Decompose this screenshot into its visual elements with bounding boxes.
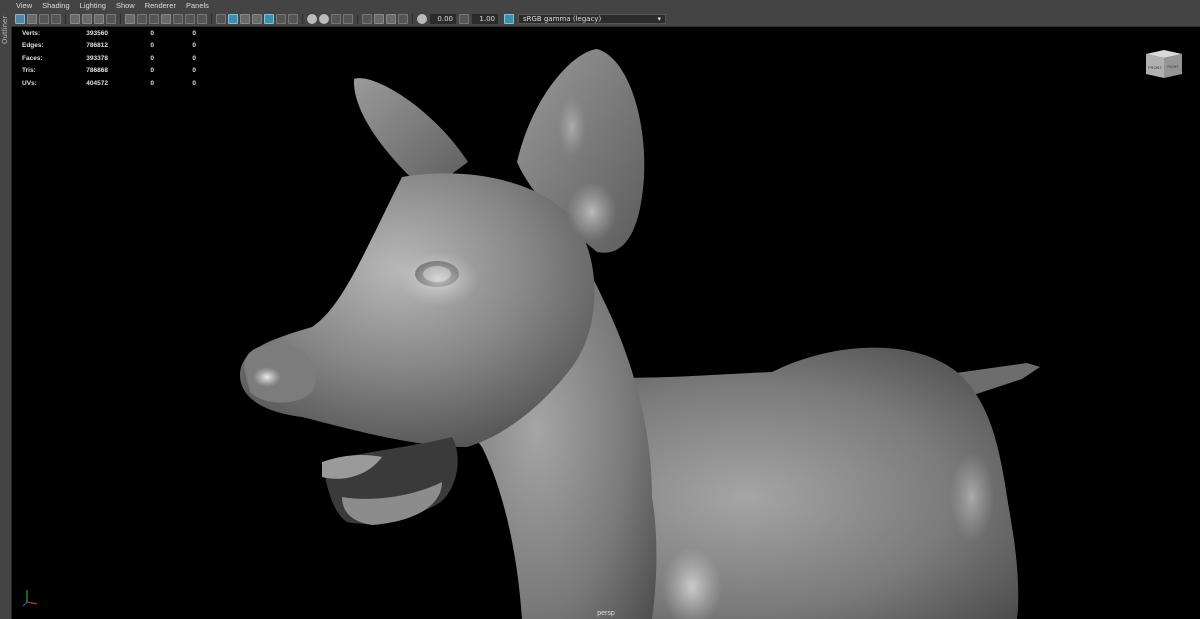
grease-pencil-icon[interactable]	[82, 14, 92, 24]
color-space-dropdown[interactable]: sRGB gamma (legacy) ▾	[518, 14, 666, 24]
isolate-select-icon[interactable]	[343, 14, 353, 24]
axis-gizmo-icon	[22, 590, 38, 607]
outliner-strip[interactable]: Outliner	[0, 0, 12, 619]
toolbar-divider	[412, 14, 413, 24]
toolbar-divider	[357, 14, 358, 24]
hud-value: 786868	[86, 67, 108, 75]
gamma-icon[interactable]	[459, 14, 469, 24]
viewcube-front-label: FRONT	[1148, 65, 1162, 70]
backface-culling-icon[interactable]	[398, 14, 408, 24]
menu-lighting[interactable]: Lighting	[75, 0, 111, 12]
resolution-gate-icon[interactable]	[149, 14, 159, 24]
xray-joints-icon[interactable]	[374, 14, 384, 24]
bookmark-icon[interactable]	[39, 14, 49, 24]
hud-value: 0	[150, 29, 154, 37]
color-management-icon[interactable]	[504, 14, 514, 24]
hud-value: 404572	[86, 79, 108, 87]
ambient-occlusion-icon[interactable]	[288, 14, 298, 24]
depth-of-field-icon[interactable]	[331, 14, 341, 24]
exposure-field[interactable]: 0.00	[430, 14, 456, 24]
2d-pan-zoom-icon[interactable]	[70, 14, 80, 24]
default-material-icon[interactable]	[240, 14, 250, 24]
wireframe-icon[interactable]	[216, 14, 226, 24]
hud-label: Tris:	[22, 67, 36, 75]
menu-show[interactable]: Show	[111, 0, 140, 12]
camera-name-label: persp	[597, 610, 615, 617]
film-gate-icon[interactable]	[137, 14, 147, 24]
menu-shading[interactable]: Shading	[37, 0, 75, 12]
menu-view[interactable]: View	[11, 0, 37, 12]
hud-value: 0	[192, 29, 196, 37]
grid-icon[interactable]	[125, 14, 135, 24]
menu-panels[interactable]: Panels	[181, 0, 214, 12]
grease-pencil-frames-icon[interactable]	[94, 14, 104, 24]
viewcube[interactable]: FRONT RIGHT	[1144, 47, 1184, 79]
field-chart-icon[interactable]	[173, 14, 183, 24]
hud-value: 0	[150, 79, 154, 87]
color-space-value: sRGB gamma (legacy)	[523, 15, 602, 23]
hud-label: Faces:	[22, 54, 43, 62]
viewcube-right-label: RIGHT	[1167, 65, 1179, 69]
hud-row-faces: Faces: 393378 0 0	[22, 52, 196, 65]
smooth-shade-icon[interactable]	[228, 14, 238, 24]
toolbar-divider	[65, 14, 66, 24]
hud-row-tris: Tris: 786868 0 0	[22, 65, 196, 78]
toolbar-divider	[302, 14, 303, 24]
camera-attributes-icon[interactable]	[27, 14, 37, 24]
toolbar-divider	[211, 14, 212, 24]
chevron-down-icon: ▾	[657, 15, 661, 23]
hud-value: 0	[192, 54, 196, 62]
gamma-field[interactable]: 1.00	[472, 14, 498, 24]
use-all-lights-icon[interactable]	[264, 14, 274, 24]
image-plane-icon[interactable]	[51, 14, 61, 24]
safe-title-icon[interactable]	[197, 14, 207, 24]
anti-aliasing-icon[interactable]	[319, 14, 329, 24]
xray-icon[interactable]	[362, 14, 372, 24]
hud-value: 393378	[86, 54, 108, 62]
xray-active-components-icon[interactable]	[386, 14, 396, 24]
hud-value: 393560	[86, 29, 108, 37]
perspective-viewport[interactable]: Verts: 393560 0 0 Edges: 786812 0 0 Face…	[12, 27, 1200, 619]
hud-value: 0	[192, 42, 196, 50]
hud-row-uvs: UVs: 404572 0 0	[22, 77, 196, 90]
toolbar-divider	[120, 14, 121, 24]
panel-menubar: View Shading Lighting Show Renderer Pane…	[11, 0, 1200, 12]
hud-label: Edges:	[22, 42, 44, 50]
hud-label: Verts:	[22, 29, 41, 37]
outliner-label: Outliner	[1, 15, 9, 44]
hud-value: 0	[150, 42, 154, 50]
textured-icon[interactable]	[252, 14, 262, 24]
safe-action-icon[interactable]	[185, 14, 195, 24]
hud-value: 786812	[86, 42, 108, 50]
select-camera-icon[interactable]	[15, 14, 25, 24]
poly-count-hud: Verts: 393560 0 0 Edges: 786812 0 0 Face…	[22, 27, 196, 90]
exposure-icon[interactable]	[417, 14, 427, 24]
hud-value: 0	[150, 67, 154, 75]
hud-row-verts: Verts: 393560 0 0	[22, 27, 196, 40]
menu-renderer[interactable]: Renderer	[140, 0, 181, 12]
hud-value: 0	[150, 54, 154, 62]
gate-mask-icon[interactable]	[161, 14, 171, 24]
panel-toolbar: 0.00 1.00 sRGB gamma (legacy) ▾	[11, 12, 1200, 27]
lock-camera-icon[interactable]	[106, 14, 116, 24]
hud-value: 0	[192, 67, 196, 75]
dog-sculpt-model	[240, 49, 1040, 619]
hud-value: 0	[192, 79, 196, 87]
motion-blur-icon[interactable]	[307, 14, 317, 24]
shadows-icon[interactable]	[276, 14, 286, 24]
hud-label: UVs:	[22, 79, 37, 87]
hud-row-edges: Edges: 786812 0 0	[22, 40, 196, 53]
